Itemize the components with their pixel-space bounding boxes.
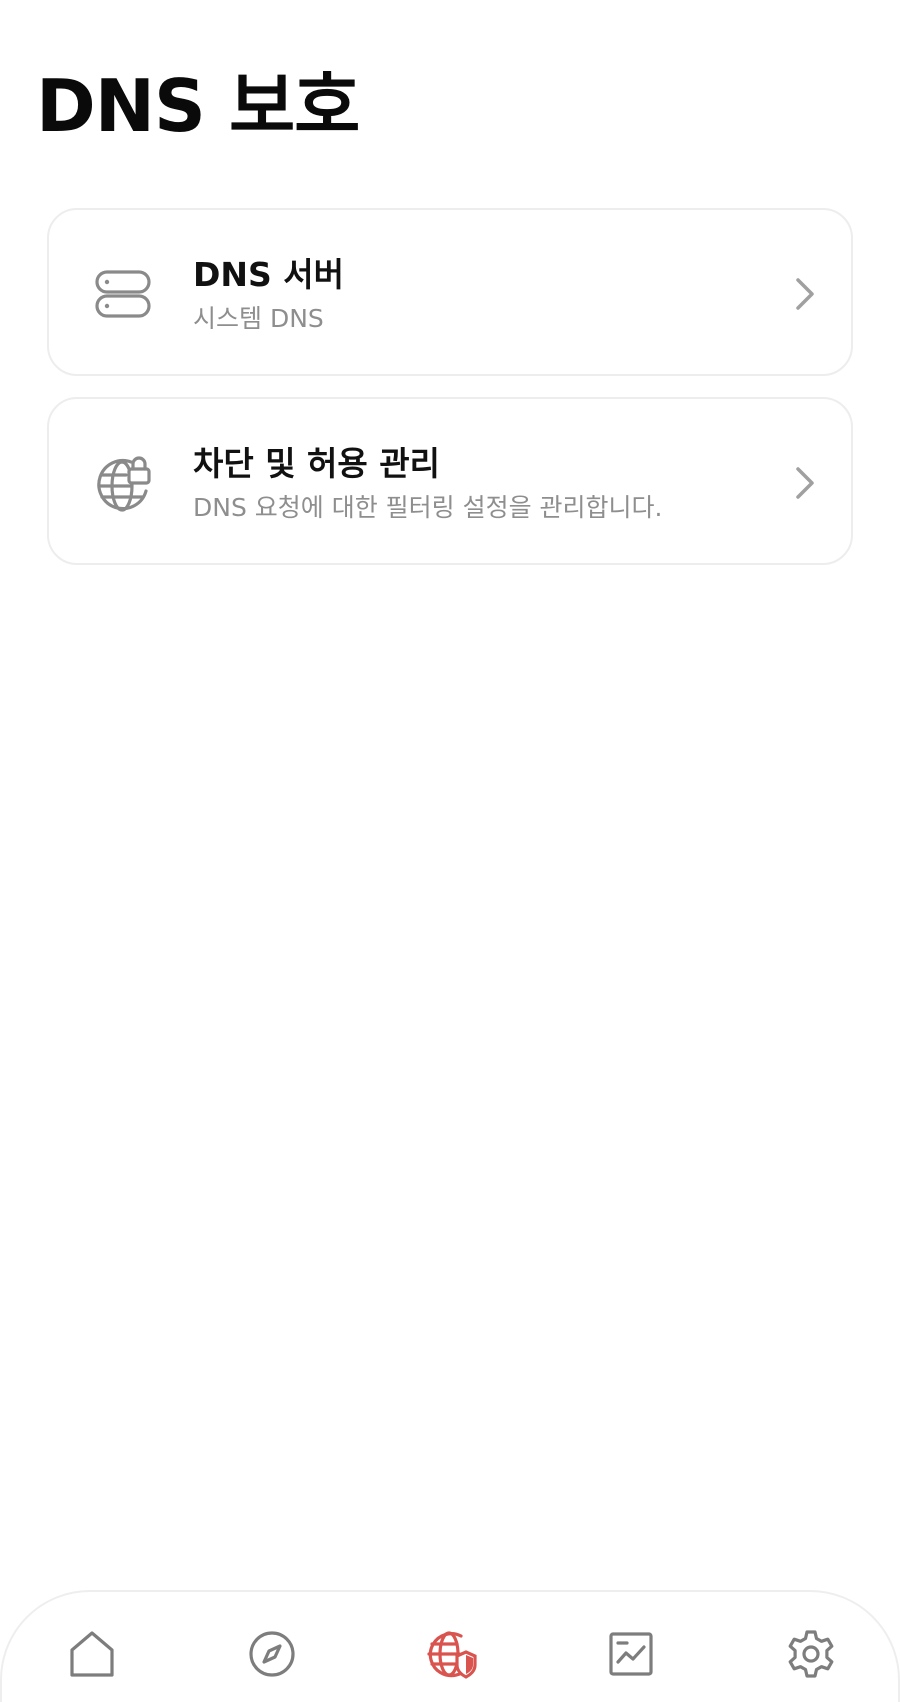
globe-shield-icon (427, 1631, 477, 1679)
gear-icon (788, 1630, 834, 1678)
tab-explore[interactable] (246, 1628, 298, 1680)
tab-settings[interactable] (785, 1628, 837, 1680)
chevron-right-icon (793, 274, 817, 314)
chevron-right-icon (793, 463, 817, 503)
page-title: DNS 보호 (36, 64, 360, 148)
chart-icon (609, 1632, 653, 1676)
server-icon (93, 264, 153, 324)
dns-protection-screen: DNS 보호 DNS 서버 시스템 DNS 차단 및 허용 관리 DNS 요청에… (0, 0, 900, 1702)
block-allow-title: 차단 및 허용 관리 (193, 444, 440, 483)
dns-server-title: DNS 서버 (193, 255, 344, 294)
block-allow-card[interactable]: 차단 및 허용 관리 DNS 요청에 대한 필터링 설정을 관리합니다. (47, 397, 853, 565)
globe-lock-icon (93, 453, 153, 513)
tab-home[interactable] (66, 1628, 118, 1680)
home-icon (70, 1631, 114, 1677)
dns-server-subtitle: 시스템 DNS (193, 304, 324, 333)
block-allow-subtitle: DNS 요청에 대한 필터링 설정을 관리합니다. (193, 493, 663, 522)
tab-statistics[interactable] (605, 1628, 657, 1680)
dns-server-card[interactable]: DNS 서버 시스템 DNS (47, 208, 853, 376)
compass-icon (249, 1631, 295, 1677)
tab-dns-protection[interactable] (425, 1628, 477, 1680)
bottom-tab-bar (0, 1590, 900, 1702)
